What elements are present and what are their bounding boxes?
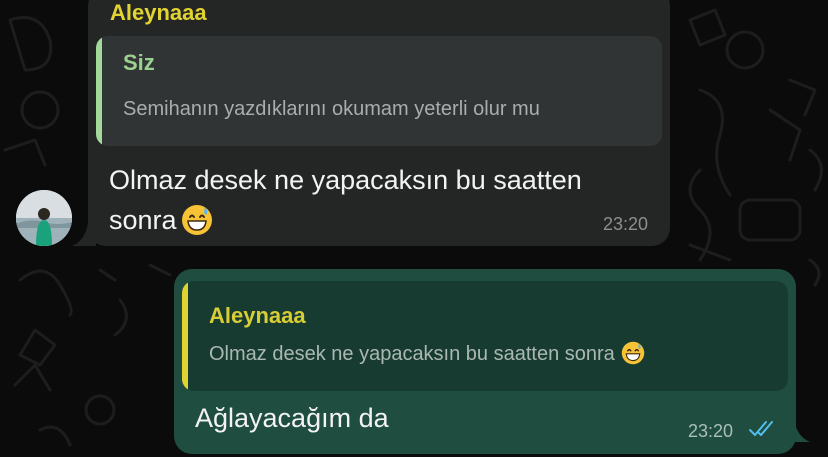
sender-name[interactable]: Aleynaaa (110, 0, 207, 26)
quoted-text: Semihanın yazdıklarını okumam yeterli ol… (123, 98, 540, 120)
quoted-text: Olmaz desek ne yapacaksın bu saatten son… (209, 341, 645, 371)
message-text: Ağlayacağım da (195, 403, 389, 433)
quoted-reply[interactable]: Siz Semihanın yazdıklarını okumam yeterl… (96, 36, 662, 146)
contact-avatar[interactable] (16, 190, 72, 246)
grinning-face-with-sweat-icon (621, 341, 645, 371)
message-text: Olmaz desek ne yapacaksın bu saatten son… (109, 160, 649, 247)
grinning-face-with-sweat-icon (181, 204, 213, 247)
incoming-message-bubble[interactable]: Aleynaaa Siz Semihanın yazdıklarını okum… (88, 0, 670, 246)
outgoing-message-bubble[interactable]: Aleynaaa Olmaz desek ne yapacaksın bu sa… (174, 269, 796, 454)
quoted-body: Olmaz desek ne yapacaksın bu saatten son… (209, 343, 615, 365)
message-timestamp: 23:20 (602, 214, 648, 234)
quote-accent-bar (182, 281, 188, 391)
quote-accent-bar (96, 36, 102, 146)
read-receipt-icon (749, 421, 773, 436)
quoted-reply[interactable]: Aleynaaa Olmaz desek ne yapacaksın bu sa… (182, 281, 788, 391)
quoted-author: Aleynaaa (209, 303, 306, 328)
quoted-author: Siz (123, 50, 155, 75)
message-timestamp: 23:20 (688, 421, 734, 441)
